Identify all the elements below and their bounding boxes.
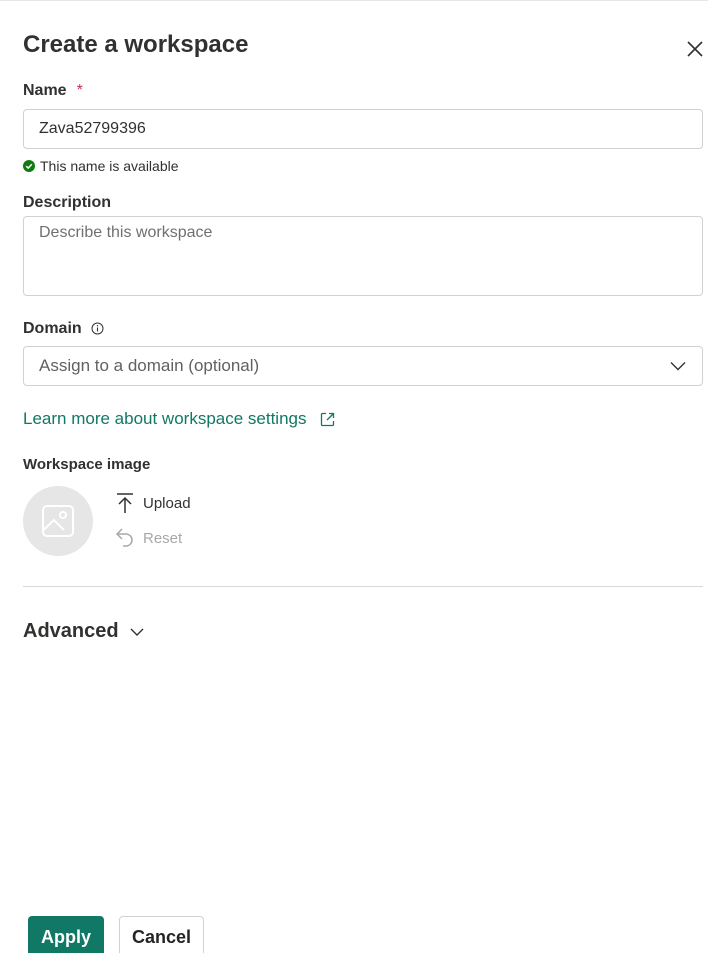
name-label-row: Name * <box>23 82 83 100</box>
image-placeholder-icon <box>42 505 74 537</box>
name-label: Name <box>23 82 67 99</box>
domain-label: Domain <box>23 320 82 337</box>
name-input[interactable]: Zava52799396 <box>23 109 703 149</box>
advanced-label: Advanced <box>23 620 119 642</box>
undo-icon <box>115 528 133 547</box>
domain-dropdown-value: Assign to a domain (optional) <box>39 356 260 375</box>
upload-button[interactable]: Upload <box>115 492 191 514</box>
name-availability: This name is available <box>23 158 179 174</box>
description-field[interactable] <box>23 216 703 296</box>
section-divider <box>23 586 703 587</box>
open-external-icon <box>320 412 334 426</box>
availability-text: This name is available <box>40 158 179 174</box>
check-circle-icon <box>23 160 35 172</box>
workspace-image-placeholder <box>23 486 93 556</box>
create-workspace-panel: Create a workspace Name * Zava52799396 Th… <box>0 0 708 953</box>
close-icon <box>687 41 703 57</box>
upload-icon <box>117 493 133 513</box>
close-button[interactable] <box>683 37 707 61</box>
info-icon[interactable] <box>91 322 104 335</box>
domain-label-row: Domain <box>23 320 104 338</box>
panel-title: Create a workspace <box>23 31 249 58</box>
workspace-image-label: Workspace image <box>23 456 151 473</box>
required-mark: * <box>76 82 83 99</box>
domain-dropdown[interactable]: Assign to a domain (optional) <box>23 346 703 386</box>
reset-button[interactable]: Reset <box>115 527 182 549</box>
learn-more-text: Learn more about workspace settings <box>23 409 307 428</box>
advanced-toggle[interactable]: Advanced <box>23 620 145 643</box>
description-label: Description <box>23 194 112 211</box>
apply-button[interactable]: Apply <box>28 916 104 953</box>
learn-more-link[interactable]: Learn more about workspace settings <box>23 409 336 429</box>
cancel-button[interactable]: Cancel <box>119 916 204 953</box>
chevron-down-icon <box>130 628 144 636</box>
reset-label: Reset <box>143 529 183 547</box>
chevron-down-icon <box>670 362 686 371</box>
upload-label: Upload <box>143 494 191 512</box>
